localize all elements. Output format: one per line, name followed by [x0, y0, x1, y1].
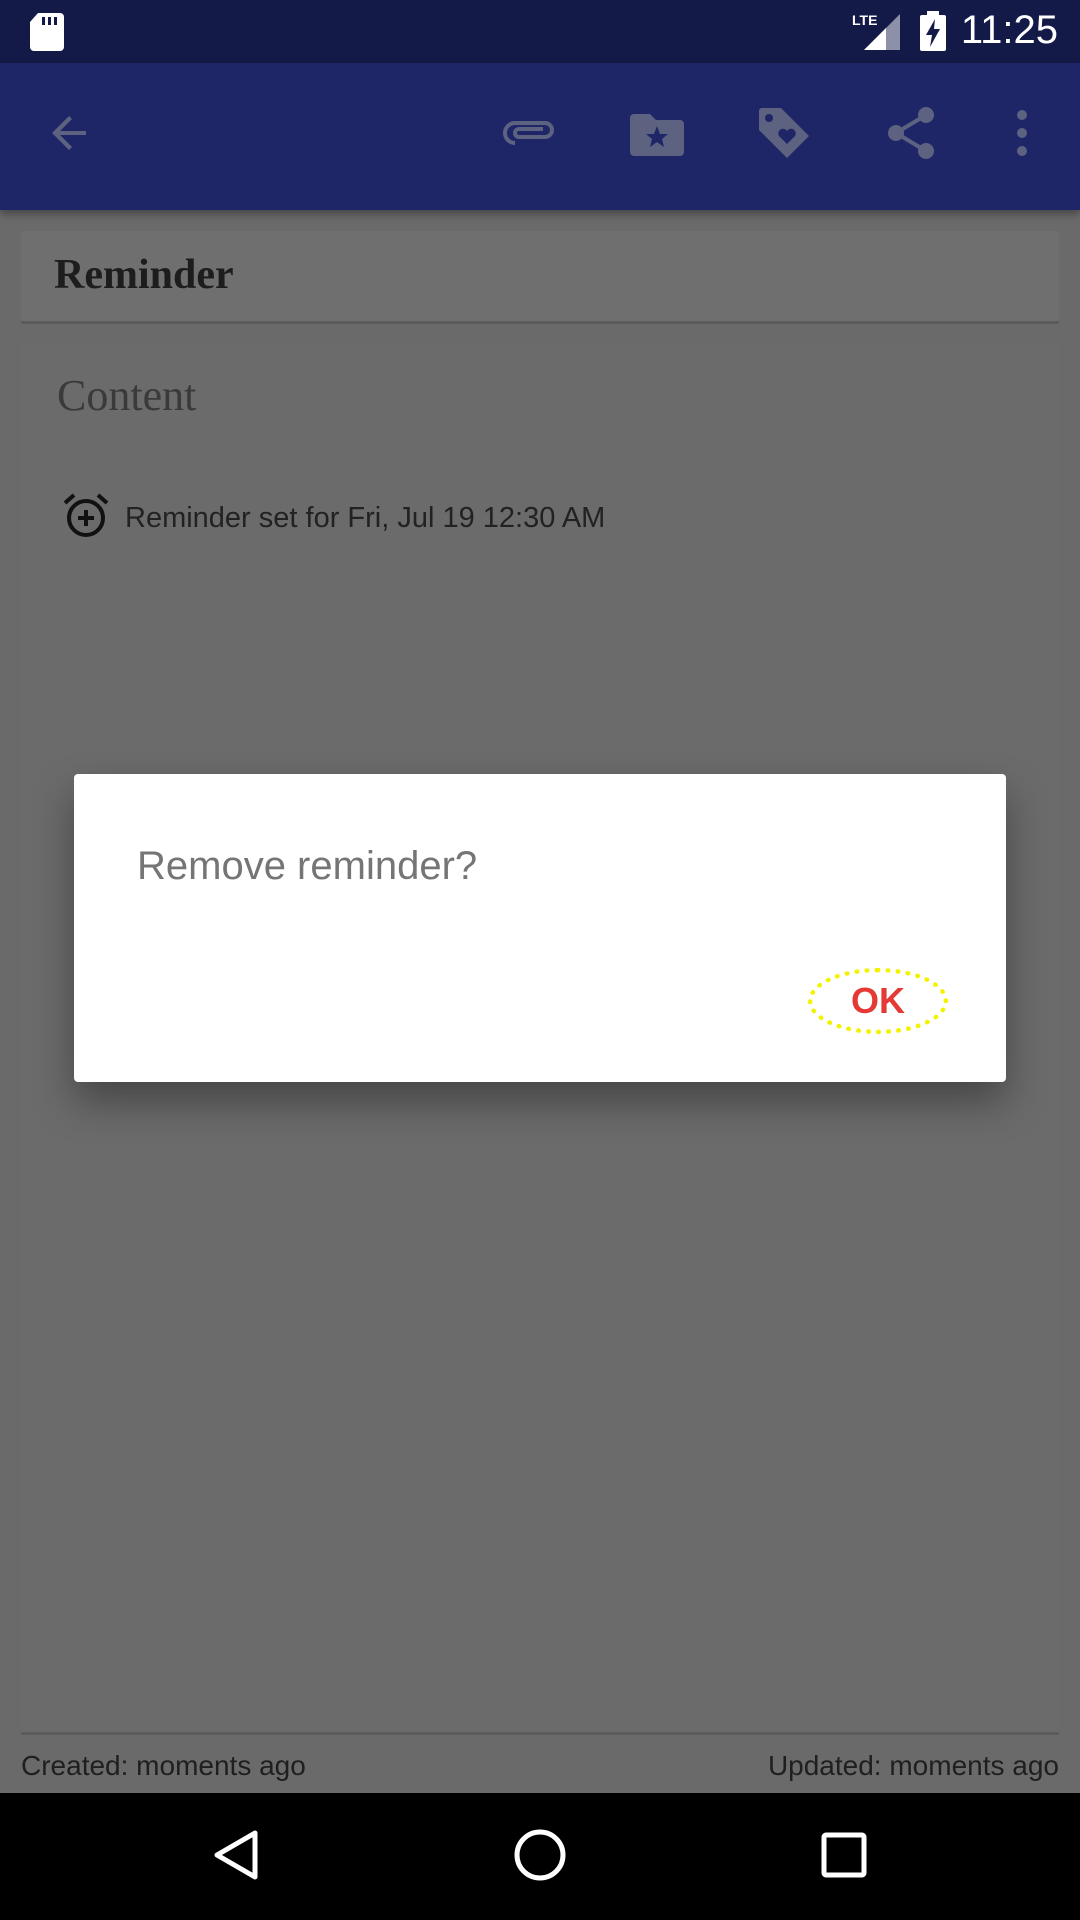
signal-icon: LTE [852, 12, 902, 57]
dialog-message: Remove reminder? [137, 844, 478, 888]
folder-star-icon [630, 110, 684, 161]
app-bar [0, 63, 1080, 210]
alarm-add-icon [61, 491, 111, 546]
recents-square-icon [821, 1832, 867, 1883]
tag-button[interactable] [752, 103, 816, 167]
note-title: Reminder [54, 252, 234, 298]
created-timestamp: Created: moments ago [21, 1750, 306, 1781]
nav-back-button[interactable] [204, 1825, 268, 1889]
content-placeholder: Content [57, 371, 197, 420]
reminder-text: Reminder set for Fri, Jul 19 12:30 AM [125, 501, 606, 534]
more-options-button[interactable] [990, 103, 1054, 167]
note-title-field[interactable]: Reminder [21, 231, 1059, 324]
battery-charging-icon [920, 11, 946, 56]
nav-recents-button[interactable] [812, 1825, 876, 1889]
attachment-icon [501, 113, 559, 158]
network-label: LTE [852, 12, 877, 28]
folder-button[interactable] [625, 103, 689, 167]
back-triangle-icon [213, 1829, 259, 1886]
back-button[interactable] [38, 103, 102, 167]
clock: 11:25 [960, 8, 1058, 52]
tag-heart-icon [757, 106, 811, 165]
home-circle-icon [513, 1828, 567, 1887]
remove-reminder-dialog: Remove reminder? OK [74, 774, 1006, 1082]
status-bar: LTE 11:25 [0, 0, 1080, 63]
nav-home-button[interactable] [508, 1825, 572, 1889]
more-vert-icon [1016, 109, 1028, 161]
share-icon [886, 106, 936, 165]
ok-label: OK [851, 980, 905, 1021]
reminder-row[interactable]: Reminder set for Fri, Jul 19 12:30 AM [61, 488, 605, 548]
updated-timestamp: Updated: moments ago [767, 1750, 1059, 1781]
back-arrow-icon [46, 109, 94, 162]
ok-button[interactable]: OK [808, 968, 948, 1034]
share-button[interactable] [879, 103, 943, 167]
sd-card-icon [30, 13, 64, 56]
navigation-bar [0, 1793, 1080, 1920]
attachment-button[interactable] [498, 103, 562, 167]
